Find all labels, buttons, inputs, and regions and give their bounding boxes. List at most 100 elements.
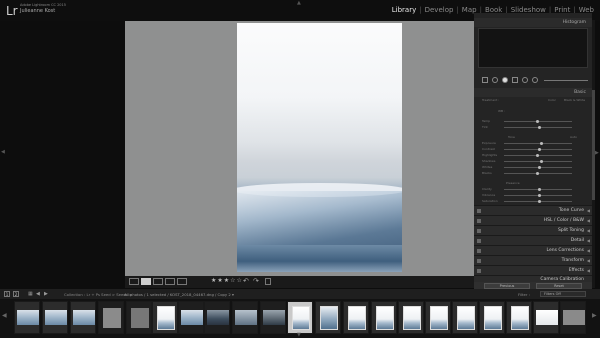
left-panel-toggle-icon[interactable]: ◀ [1,149,5,155]
module-library[interactable]: Library [389,6,419,14]
section-transform[interactable]: Transform ◀ [474,255,592,265]
spot-removal-icon[interactable] [492,77,498,83]
panel-switch-icon[interactable] [477,209,481,213]
back-icon[interactable]: ◀ [36,291,40,297]
filmstrip-thumbnail[interactable] [452,301,478,334]
compare-view-icon[interactable] [153,278,163,285]
primary-window-button[interactable]: 1 [4,291,10,297]
section-camera-calibration[interactable]: Camera Calibration [474,275,592,282]
section-tone-curve[interactable]: Tone Curve ◀ [474,205,592,215]
star-rating[interactable]: ★★★☆☆ [211,277,243,284]
secondary-window-button[interactable]: 2 [13,291,19,297]
temp-knob[interactable] [536,120,539,123]
crop-tool-icon[interactable] [482,77,488,83]
thumbnail-image [157,306,175,330]
rotate-right-icon[interactable]: ↷ [253,277,259,285]
thumbnail-image [263,310,285,325]
source-breadcrumb[interactable]: Collection : Lr + Ps Seed > Seeds > [64,292,132,297]
histogram-header[interactable]: Histogram [474,18,592,27]
forward-icon[interactable]: ▶ [44,291,48,297]
lightroom-window: Lr Adobe Lightroom CC 2015 Julieanne Kos… [0,0,600,338]
scrollbar-thumb[interactable] [592,90,595,200]
blacks-knob[interactable] [536,172,539,175]
filmstrip-header: 1 2 ▦ ◀ ▶ Collection : Lr + Ps Seed > Se… [0,289,600,299]
exposure-knob[interactable] [540,142,543,145]
filmstrip-thumbnail[interactable] [506,301,532,334]
grid-view-icon[interactable] [129,278,139,285]
filmstrip-scroll-right-icon[interactable]: ▶ [592,312,597,319]
survey-view-icon[interactable] [165,278,175,285]
grid-icon[interactable]: ▦ [28,291,33,297]
filmstrip-scroll-left-icon[interactable]: ◀ [2,312,7,319]
blacks-label: Blacks [482,171,492,175]
top-panel-toggle-icon[interactable]: ▲ [297,0,301,6]
auto-button[interactable]: Auto [570,135,577,139]
thumbnail-image [181,310,203,325]
basic-panel: Treatment : Color Black & White WB : Tem… [478,97,588,205]
filmstrip-thumbnail[interactable] [232,301,258,334]
filmstrip-thumbnail[interactable] [560,301,586,334]
radial-filter-icon[interactable] [522,77,528,83]
panel-switch-icon[interactable] [477,249,481,253]
loupe-view-icon[interactable] [141,278,151,285]
filmstrip-thumbnail[interactable] [343,301,369,334]
filmstrip-thumbnail[interactable] [479,301,505,334]
info-icon[interactable] [265,278,271,285]
filmstrip-thumbnail[interactable] [70,301,96,334]
section-hsl[interactable]: HSL / Color / B&W ◀ [474,215,592,225]
adjustment-brush-icon[interactable] [532,77,538,83]
section-detail[interactable]: Detail ◀ [474,235,592,245]
filmstrip-thumbnail[interactable] [398,301,424,334]
panel-switch-icon[interactable] [477,229,481,233]
treatment-bw[interactable]: Black & White [564,98,585,102]
filmstrip-thumbnail[interactable] [98,301,124,334]
catalog-name: Adobe Lightroom CC 2015 [20,3,66,7]
red-eye-icon[interactable] [502,77,508,83]
section-lens-corrections[interactable]: Lens Corrections ◀ [474,245,592,255]
panel-switch-icon[interactable] [477,269,481,273]
thumbnail-image [103,308,121,328]
filmstrip-thumbnail[interactable] [371,301,397,334]
photo-count[interactable]: All photos / 1 selected / KOST_2018_0446… [124,292,234,297]
panel-switch-icon[interactable] [477,219,481,223]
filmstrip-thumbnail[interactable] [425,301,451,334]
whites-knob[interactable] [538,166,541,169]
filmstrip-thumbnail[interactable] [152,301,178,334]
loupe-view[interactable] [125,21,474,276]
filmstrip-thumbnail[interactable] [260,301,286,334]
filmstrip-thumbnail-selected[interactable] [287,301,313,334]
section-label: Lens Corrections [546,248,584,253]
rotate-left-icon[interactable]: ↶ [243,277,249,285]
contrast-knob[interactable] [538,148,541,151]
filmstrip-thumbnail[interactable] [126,301,152,334]
module-develop[interactable]: Develop [422,6,457,14]
vibrance-knob[interactable] [538,194,541,197]
section-split-toning[interactable]: Split Toning ◀ [474,225,592,235]
panel-switch-icon[interactable] [477,239,481,243]
basic-header[interactable]: Basic [474,88,592,97]
highlights-knob[interactable] [536,154,539,157]
tint-knob[interactable] [538,126,541,129]
bottom-panel-toggle-icon[interactable]: ▼ [297,332,301,338]
filmstrip-thumbnail[interactable] [14,301,40,334]
panel-switch-icon[interactable] [477,259,481,263]
tool-slider[interactable] [544,80,588,81]
exposure-slider[interactable] [504,143,572,144]
tint-label: Tint [482,125,488,129]
filmstrip-thumbnail[interactable] [533,301,559,334]
clarity-knob[interactable] [538,188,541,191]
main-photo[interactable] [237,23,402,272]
filmstrip-thumbnail[interactable] [178,301,204,334]
filmstrip-thumbnail[interactable] [42,301,68,334]
saturation-knob[interactable] [538,200,541,203]
right-panel-toggle-icon[interactable]: ▶ [595,150,599,156]
filmstrip-thumbnail[interactable] [315,301,341,334]
shadows-knob[interactable] [540,160,543,163]
filter-dropdown[interactable]: Filters Off [540,291,586,297]
shadows-slider[interactable] [504,161,572,162]
section-effects[interactable]: Effects ◀ [474,265,592,275]
treatment-color[interactable]: Color [548,98,556,102]
filmstrip-thumbnail[interactable] [204,301,230,334]
people-view-icon[interactable] [177,278,187,285]
graduated-filter-icon[interactable] [512,77,518,83]
